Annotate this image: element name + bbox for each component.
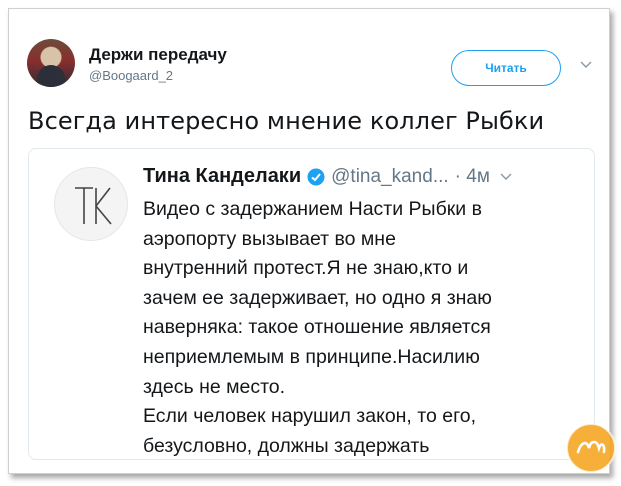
screenshot-frame: Держи передачу @Boogaard_2 Читать Всегда… — [8, 8, 616, 474]
quoted-tweet-text: Видео с задержанием Насти Рыбки в аэропо… — [143, 195, 583, 461]
quoted-text-line: Если человек нарушил закон, то его, — [143, 405, 477, 428]
tk-monogram-logo — [75, 187, 112, 225]
verified-badge-icon — [307, 168, 325, 185]
quoted-tweet-card[interactable]: Тина Канделаки @tina_kand... · 4м Видео … — [28, 148, 595, 460]
chevron-down-icon[interactable] — [500, 171, 512, 183]
quoted-text-line: неприемлемым в принципе.Насилию — [143, 345, 480, 368]
follow-button[interactable]: Читать — [451, 50, 561, 86]
quoted-author-name[interactable]: Тина Канделаки — [143, 165, 301, 188]
quoted-text-line: Видео с задержанием Насти Рыбки в — [143, 198, 482, 220]
quoted-header: Тина Канделаки @tina_kand... · 4м — [143, 165, 512, 188]
quoted-text-line: внутренний протест.Я не знаю,кто и — [143, 257, 469, 280]
quoted-avatar[interactable] — [54, 167, 128, 241]
quoted-timestamp[interactable]: · 4м — [455, 166, 490, 188]
chevron-down-icon[interactable] — [580, 59, 592, 71]
author-handle[interactable]: @Boogaard_2 — [89, 68, 173, 83]
quoted-text-line: аэропорту вызывает во мне — [143, 227, 396, 250]
avatar[interactable] — [27, 39, 75, 87]
author-name[interactable]: Держи передачу — [89, 45, 227, 65]
quoted-text-line: здесь не место. — [143, 375, 286, 398]
quoted-text-line: зачем ее задерживает, но одно я знаю — [143, 286, 492, 309]
avatar-figure — [37, 65, 65, 87]
watermark-logo — [566, 423, 616, 473]
tweet-text: Всегда интересно мнение коллег Рыбки — [28, 107, 545, 135]
quoted-text-line: безусловно, должны задержать — [143, 434, 430, 457]
quoted-text-line: наверняка: такое отношение является — [143, 316, 491, 339]
quoted-author-handle[interactable]: @tina_kand... — [331, 166, 449, 188]
